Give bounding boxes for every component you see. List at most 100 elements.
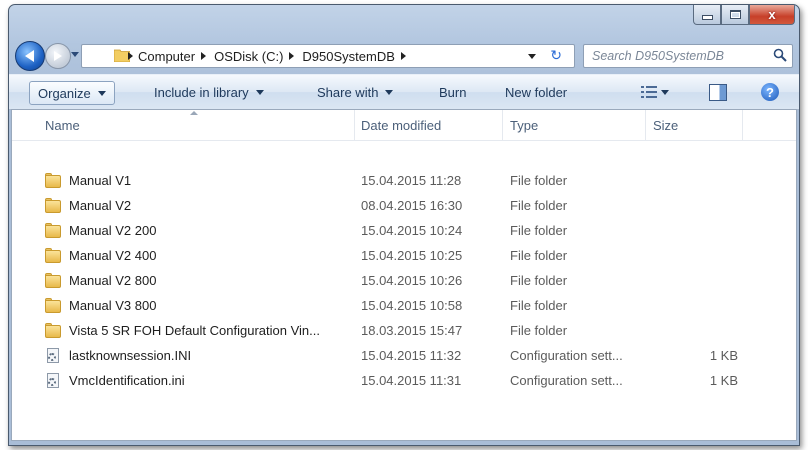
ini-file-icon [45, 348, 61, 364]
column-header-size[interactable]: Size [653, 118, 678, 133]
maximize-button[interactable] [721, 5, 749, 25]
file-type: File folder [510, 273, 568, 288]
breadcrumb-separator-icon[interactable] [289, 52, 295, 60]
new-folder-label: New folder [505, 84, 568, 100]
search-box[interactable]: Search D950SystemDB [583, 44, 793, 68]
file-type: Configuration sett... [510, 348, 623, 363]
organize-button[interactable]: Organize [29, 81, 115, 105]
list-item[interactable]: Manual V2 800 15.04.2015 10:26 File fold… [12, 270, 796, 292]
list-item[interactable]: Manual V3 800 15.04.2015 10:58 File fold… [12, 295, 796, 317]
burn-button[interactable]: Burn [439, 82, 466, 102]
column-header-type[interactable]: Type [510, 118, 538, 133]
search-input[interactable]: Search D950SystemDB [592, 49, 724, 63]
file-name: Manual V2 200 [69, 223, 157, 238]
forward-button[interactable] [45, 43, 71, 69]
caption-buttons: x [693, 5, 795, 25]
include-in-library-button[interactable]: Include in library [154, 82, 264, 102]
help-icon[interactable]: ? [761, 83, 779, 101]
new-folder-button[interactable]: New folder [505, 82, 567, 102]
file-type: File folder [510, 198, 568, 213]
list-item[interactable]: Manual V2 200 15.04.2015 10:24 File fold… [12, 220, 796, 242]
recent-pages-dropdown[interactable] [71, 52, 79, 57]
preview-pane-icon[interactable] [709, 84, 727, 101]
share-with-button[interactable]: Share with [317, 82, 394, 102]
file-list: Name Date modified Type Size Manual V1 1… [11, 109, 797, 441]
file-size: 1 KB [709, 348, 738, 363]
breadcrumb: Computer OSDisk (C:) D950SystemDB [138, 45, 414, 67]
list-item[interactable]: Manual V2 400 15.04.2015 10:25 File fold… [12, 245, 796, 267]
address-bar[interactable]: Computer OSDisk (C:) D950SystemDB ↻ [81, 44, 575, 68]
refresh-icon[interactable]: ↻ [550, 47, 562, 64]
file-name: VmcIdentification.ini [69, 373, 185, 388]
file-name: Manual V1 [69, 173, 132, 188]
minimize-button[interactable] [693, 5, 721, 25]
chevron-down-icon [97, 90, 106, 96]
breadcrumb-d950systemdb[interactable]: D950SystemDB [302, 49, 394, 64]
close-button[interactable]: x [749, 5, 795, 25]
folder-icon [45, 248, 61, 264]
breadcrumb-osdisk[interactable]: OSDisk (C:) [214, 49, 283, 64]
sort-ascending-icon [190, 111, 198, 115]
file-type: File folder [510, 173, 568, 188]
folder-icon [45, 223, 61, 239]
list-item[interactable]: lastknownsession.INI 15.04.2015 11:32 Co… [12, 345, 796, 367]
chevron-down-icon [255, 89, 264, 95]
file-type: Configuration sett... [510, 373, 623, 388]
column-divider[interactable] [742, 110, 743, 140]
column-divider[interactable] [645, 110, 646, 140]
chevron-down-icon [385, 89, 394, 95]
folder-icon [45, 298, 61, 314]
view-options-dropdown-icon[interactable] [661, 90, 669, 95]
close-icon: x [768, 7, 776, 22]
back-button[interactable] [15, 41, 45, 71]
address-dropdown-icon[interactable] [528, 54, 536, 59]
minimize-icon [701, 15, 713, 20]
breadcrumb-separator-icon[interactable] [128, 52, 133, 60]
breadcrumb-separator-icon[interactable] [400, 52, 406, 60]
file-name: Manual V2 400 [69, 248, 157, 263]
file-date: 08.04.2015 16:30 [361, 198, 463, 213]
change-view-icon[interactable] [641, 85, 657, 99]
breadcrumb-separator-icon[interactable] [201, 52, 207, 60]
file-date: 15.04.2015 10:58 [361, 298, 463, 313]
back-arrow-icon [24, 50, 34, 62]
folder-icon [45, 198, 61, 214]
organize-label: Organize [38, 85, 91, 101]
column-header-name[interactable]: Name [45, 118, 80, 133]
file-name: Manual V2 [69, 198, 132, 213]
column-header-row: Name Date modified Type Size [12, 110, 796, 141]
share-with-label: Share with [317, 84, 379, 100]
column-divider[interactable] [354, 110, 355, 140]
list-item[interactable]: Manual V2 08.04.2015 16:30 File folder [12, 195, 796, 217]
file-name: Vista 5 SR FOH Default Configuration Vin… [69, 323, 320, 338]
maximize-icon [729, 10, 741, 19]
file-type: File folder [510, 248, 568, 263]
folder-icon [45, 273, 61, 289]
breadcrumb-computer[interactable]: Computer [138, 49, 195, 64]
list-item[interactable]: VmcIdentification.ini 15.04.2015 11:31 C… [12, 370, 796, 392]
list-item[interactable]: Manual V1 15.04.2015 11:28 File folder [12, 170, 796, 192]
file-date: 15.04.2015 11:31 [361, 373, 462, 388]
file-name: Manual V2 800 [69, 273, 157, 288]
column-header-date-modified[interactable]: Date modified [361, 118, 441, 133]
navigation-bar: Computer OSDisk (C:) D950SystemDB ↻ Sear… [9, 39, 799, 71]
command-bar: Organize Include in library Share with B… [9, 74, 799, 110]
file-date: 15.04.2015 11:28 [361, 173, 462, 188]
list-item[interactable]: Vista 5 SR FOH Default Configuration Vin… [12, 320, 796, 342]
search-icon[interactable] [773, 48, 787, 62]
forward-arrow-icon [54, 51, 62, 61]
file-date: 15.04.2015 11:32 [361, 348, 462, 363]
file-date: 15.04.2015 10:26 [361, 273, 463, 288]
column-divider[interactable] [502, 110, 503, 140]
file-name: Manual V3 800 [69, 298, 157, 313]
ini-file-icon [45, 373, 61, 389]
file-date: 15.04.2015 10:24 [361, 223, 463, 238]
folder-icon [45, 173, 61, 189]
file-date: 15.04.2015 10:25 [361, 248, 463, 263]
file-type: File folder [510, 323, 568, 338]
burn-label: Burn [439, 84, 467, 100]
file-size: 1 KB [709, 373, 738, 388]
file-date: 18.03.2015 15:47 [361, 323, 463, 338]
file-type: File folder [510, 223, 568, 238]
explorer-window: x Computer OSDisk (C:) D950SystemDB ↻ Se… [8, 4, 800, 446]
